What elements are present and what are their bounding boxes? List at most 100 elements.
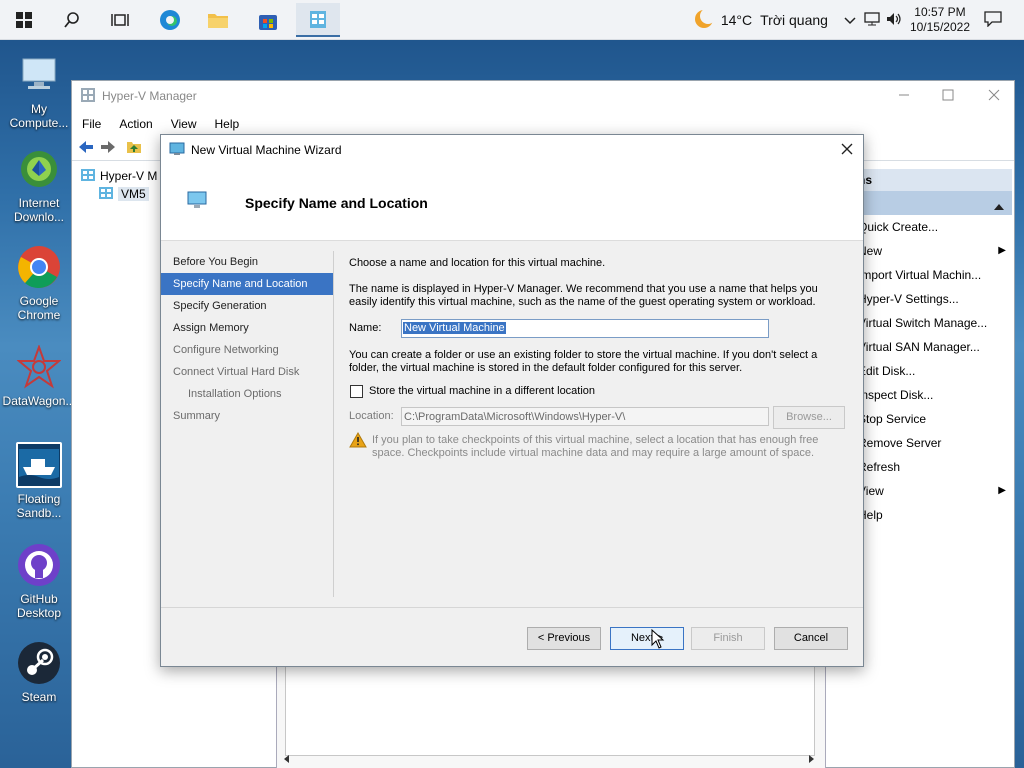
action-item-label: Quick Create... — [858, 220, 939, 234]
action-item-label: Inspect Disk... — [858, 388, 934, 402]
notification-icon[interactable] — [984, 10, 1002, 30]
back-arrow-icon[interactable] — [78, 140, 94, 157]
file-explorer-icon[interactable] — [204, 6, 232, 34]
close-icon[interactable] — [988, 89, 1000, 104]
action-item-label: Virtual Switch Manage... — [858, 316, 988, 330]
desktop-icon-steam[interactable]: Steam — [0, 640, 78, 704]
action-item[interactable]: Quick Create... — [852, 215, 1012, 239]
server-icon — [98, 186, 114, 203]
action-item[interactable]: New ▶ — [852, 239, 1012, 263]
menu-view[interactable]: View — [171, 117, 197, 131]
chevron-up-icon[interactable] — [844, 12, 856, 28]
desktop-icon-label: My Compute... — [9, 102, 69, 130]
wizard-step[interactable]: Connect Virtual Hard Disk — [161, 361, 333, 383]
datawagon-icon — [16, 344, 62, 390]
action-item[interactable]: Virtual SAN Manager... — [852, 335, 1012, 359]
chrome-icon — [16, 244, 62, 290]
actions-subheader[interactable] — [852, 191, 1012, 215]
checkbox-label[interactable]: Store the virtual machine in a different… — [369, 385, 595, 398]
store-icon[interactable] — [254, 6, 282, 34]
warning-text: If you plan to take checkpoints of this … — [372, 434, 819, 459]
desktop-icon-label: Steam — [21, 690, 57, 704]
vm-monitor-icon — [187, 191, 207, 212]
up-folder-icon[interactable] — [126, 140, 142, 157]
action-item[interactable]: View ▶ — [852, 479, 1012, 503]
action-item[interactable]: Help — [852, 503, 1012, 527]
clock-time: 10:57 PM — [914, 5, 966, 19]
network-icon[interactable] — [864, 11, 880, 29]
browse-button[interactable]: Browse... — [773, 406, 845, 429]
desktop-icon-internet-download[interactable]: Internet Downlo... — [0, 146, 78, 224]
minimize-icon[interactable] — [898, 89, 910, 104]
action-item-label: Refresh — [858, 460, 901, 474]
windows-start-icon[interactable] — [10, 6, 38, 34]
action-item[interactable]: Import Virtual Machin... — [852, 263, 1012, 287]
desktop-icon-label: Internet Downlo... — [13, 196, 65, 224]
scroll-left-icon[interactable] — [283, 752, 291, 766]
collapse-icon[interactable] — [994, 199, 1004, 213]
wizard-step[interactable]: Specify Name and Location — [161, 273, 333, 295]
desktop-icon-label: GitHub Desktop — [16, 592, 62, 620]
store-location-checkbox[interactable] — [350, 385, 363, 398]
warning-icon — [349, 431, 367, 452]
edge-icon[interactable] — [156, 6, 184, 34]
folder-description: You can create a folder or use an existi… — [349, 349, 818, 374]
action-item[interactable]: Remove Server — [852, 431, 1012, 455]
action-item[interactable]: Hyper-V Settings... — [852, 287, 1012, 311]
task-view-icon[interactable] — [106, 6, 134, 34]
search-icon[interactable] — [58, 6, 86, 34]
weather-text[interactable]: Trời quang — [760, 12, 828, 28]
wizard-step[interactable]: Assign Memory — [161, 317, 333, 339]
menu-file[interactable]: File — [82, 117, 101, 131]
desktop-icon-floating-sandbox[interactable]: Floating Sandb... — [0, 442, 78, 520]
wizard-step[interactable]: Configure Networking — [161, 339, 333, 361]
wizard-divider — [333, 251, 334, 597]
wizard-step[interactable]: Installation Options — [161, 383, 333, 405]
menu-help[interactable]: Help — [215, 117, 240, 131]
hyperv-manager-taskbar-icon[interactable] — [296, 3, 340, 37]
submenu-arrow-icon: ▶ — [998, 245, 1006, 256]
previous-button[interactable]: < Previous — [527, 627, 601, 650]
hyperv-titlebar[interactable]: Hyper-V Manager — [72, 81, 1014, 111]
intro-text: Choose a name and location for this virt… — [349, 257, 606, 269]
next-button[interactable]: Next > — [610, 627, 684, 650]
wizard-step[interactable]: Before You Begin — [161, 251, 333, 273]
github-icon — [16, 542, 62, 588]
action-item[interactable]: Refresh — [852, 455, 1012, 479]
wizard-close-icon[interactable] — [841, 143, 853, 158]
clock[interactable]: 10:57 PM 10/15/2022 — [910, 5, 970, 35]
action-item[interactable]: Stop Service — [852, 407, 1012, 431]
tree-root-label: Hyper-V M — [100, 169, 158, 183]
actions-header: ns — [852, 169, 1012, 191]
name-input[interactable]: New Virtual Machine — [401, 319, 769, 338]
action-item-label: Virtual SAN Manager... — [858, 340, 980, 354]
wizard-titlebar[interactable]: New Virtual Machine Wizard — [161, 135, 863, 165]
desktop-icon-github-desktop[interactable]: GitHub Desktop — [0, 542, 78, 620]
mouse-cursor-icon — [651, 628, 665, 652]
moon-weather-icon[interactable] — [693, 7, 716, 33]
desktop-icon-my-computer[interactable]: My Compute... — [0, 52, 78, 130]
desktop-icon-google-chrome[interactable]: Google Chrome — [0, 244, 78, 322]
wizard-step[interactable]: Specify Generation — [161, 295, 333, 317]
computer-icon — [16, 52, 62, 98]
scroll-right-icon[interactable] — [807, 752, 815, 766]
action-item[interactable]: Inspect Disk... — [852, 383, 1012, 407]
cancel-button[interactable]: Cancel — [774, 627, 848, 650]
new-vm-wizard-dialog: New Virtual Machine Wizard Specify Name … — [160, 134, 864, 667]
volume-icon[interactable] — [886, 12, 902, 29]
weather-temp[interactable]: 14°C — [721, 12, 752, 28]
desktop-icon-datawagon[interactable]: DataWagon... — [0, 344, 78, 408]
action-item[interactable]: Edit Disk... — [852, 359, 1012, 383]
action-item[interactable]: Virtual Switch Manage... — [852, 311, 1012, 335]
desktop-icon-label: Google Chrome — [17, 294, 61, 322]
actions-pane: ns Quick Create... New ▶ Import Virtual Mac… — [852, 169, 1012, 527]
desktop-icon-label: Floating Sandb... — [16, 492, 62, 520]
maximize-icon[interactable] — [942, 89, 954, 104]
location-label: Location: — [349, 410, 394, 422]
forward-arrow-icon[interactable] — [100, 140, 116, 157]
menu-action[interactable]: Action — [119, 117, 152, 131]
wizard-title: New Virtual Machine Wizard — [191, 143, 342, 157]
finish-button[interactable]: Finish — [691, 627, 765, 650]
wizard-step[interactable]: Summary — [161, 405, 333, 427]
location-input[interactable]: C:\ProgramData\Microsoft\Windows\Hyper-V… — [401, 407, 769, 426]
